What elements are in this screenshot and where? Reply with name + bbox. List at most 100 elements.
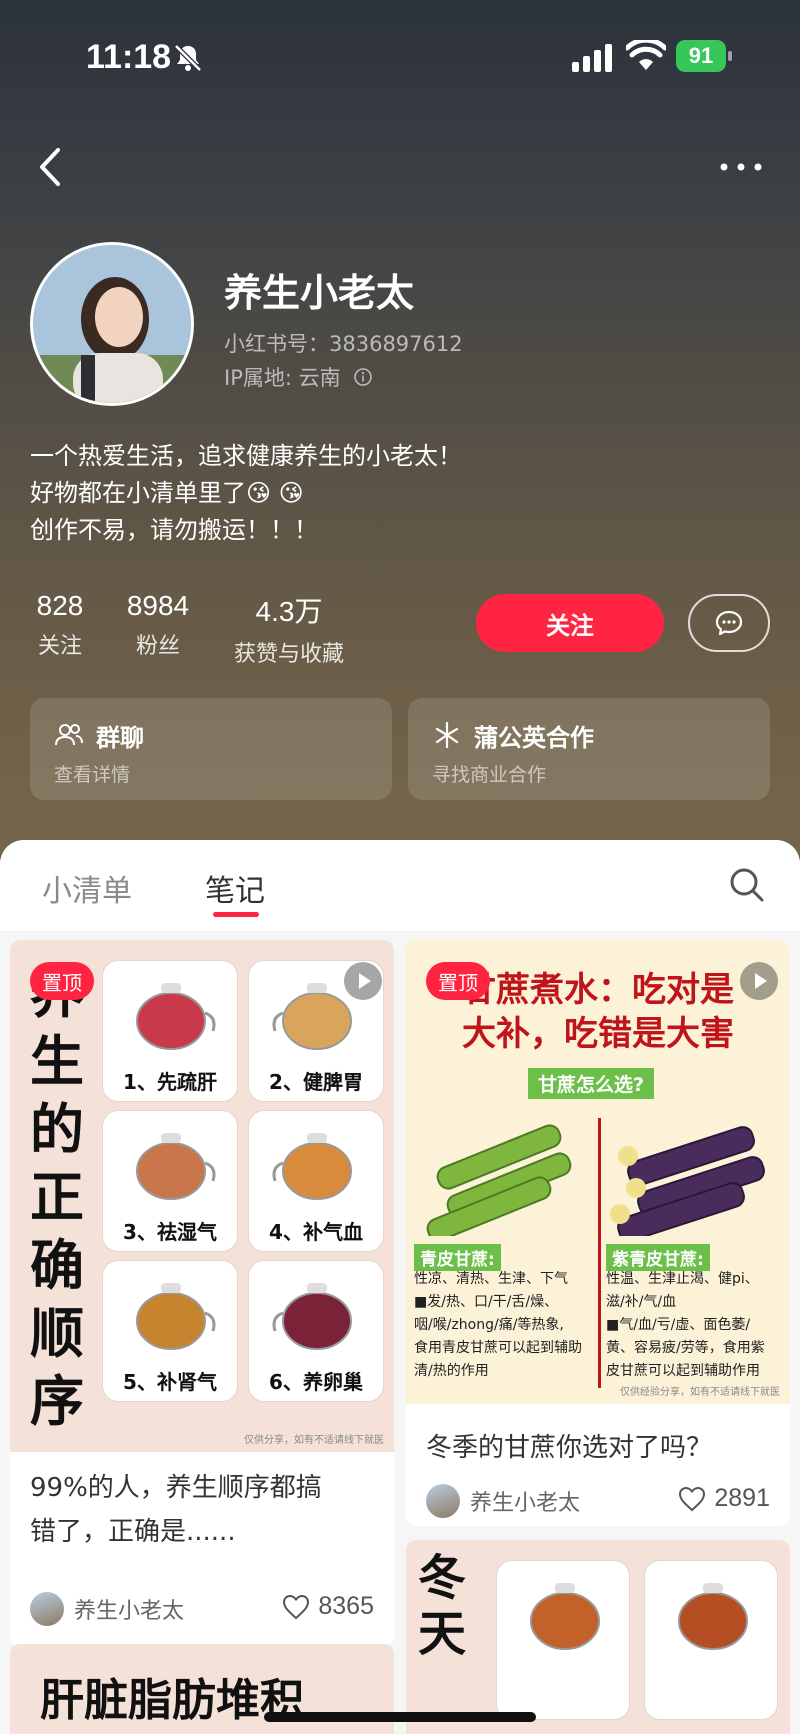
battery-indicator: 91 <box>676 40 732 72</box>
cover-char: 天 <box>418 1606 467 1662</box>
cover-divider <box>598 1118 601 1388</box>
note-title-line: 冬季的甘蔗你选对了吗？ <box>426 1433 713 1463</box>
note-card[interactable]: 甘蔗煮水：吃对是 大补，吃错是大害 甘蔗怎么选? 青皮甘蔗: 性凉、清热、生津、… <box>406 940 790 1526</box>
dandelion-icon <box>435 721 459 749</box>
more-options-icon[interactable] <box>716 150 766 184</box>
tea-item <box>644 1560 778 1720</box>
stat-followers[interactable]: 8984 粉丝 <box>118 590 198 660</box>
battery-level: 91 <box>676 40 726 72</box>
group-chat-subtitle: 查看详情 <box>54 764 131 786</box>
stat-likes[interactable]: 4.3万 获赞与收藏 <box>226 590 352 668</box>
cover-text-line: 性凉、清热、生津、下气 <box>414 1271 568 1287</box>
profile-red-id[interactable]: 小红书号：3836897612 <box>224 328 463 358</box>
cellular-signal-icon <box>572 44 612 72</box>
battery-tip <box>728 51 732 61</box>
stat-following[interactable]: 828 关注 <box>30 590 90 660</box>
cover-text-line: ■气/血/亏/虚、面色萎/ <box>606 1317 751 1333</box>
content-panel: 小清单 笔记 养 生 的 正 确 顺 序 1、先疏肝 <box>0 840 800 1734</box>
profile-bio: 一个热爱生活，追求健康养生的小老太！ 好物都在小清单里了😘 😘 创作不易，请勿搬… <box>30 438 462 549</box>
cover-char: 顺 <box>30 1302 84 1365</box>
group-chat-card[interactable]: 群聊 查看详情 <box>30 698 392 800</box>
tea-item: 6、养卵巢 <box>248 1260 384 1402</box>
teapot-icon <box>136 983 216 1050</box>
cover-footnote: 仅供经验分享，如有不适请线下就医 <box>620 1387 780 1398</box>
stat-followers-label: 粉丝 <box>135 634 180 659</box>
cover-char: 序 <box>30 1370 84 1433</box>
profile-avatar[interactable] <box>30 242 194 406</box>
note-author[interactable]: 养生小老太 <box>30 1592 184 1626</box>
info-icon[interactable] <box>353 367 373 387</box>
tea-item <box>496 1560 630 1720</box>
pinned-badge: 置顶 <box>30 962 94 1000</box>
note-card[interactable]: 冬 天 <box>406 1540 790 1734</box>
tea-label: 6、养卵巢 <box>269 1370 363 1394</box>
cover-text-line: 滋/补/气/血 <box>606 1294 677 1310</box>
cover-footnote: 仅供分享，如有不适请线下就医 <box>244 1435 384 1446</box>
cover-char: 正 <box>30 1166 84 1229</box>
purple-cane-heading: 紫青皮甘蔗: <box>606 1244 710 1271</box>
cover-char: 确 <box>30 1234 84 1297</box>
cover-text-line: 性温、生津止渴、健pi、 <box>606 1271 759 1287</box>
purple-sugarcane-image <box>610 1126 765 1236</box>
bio-line: 创作不易，请勿搬运！！！ <box>30 516 318 544</box>
active-tab-indicator <box>213 912 259 917</box>
video-play-icon <box>740 962 778 1000</box>
group-chat-title: 群聊 <box>96 724 144 752</box>
note-author[interactable]: 养生小老太 <box>426 1484 580 1518</box>
teapot-icon <box>136 1133 216 1200</box>
green-sugarcane-image <box>426 1124 572 1236</box>
author-avatar <box>426 1484 460 1518</box>
teapot-icon <box>678 1583 748 1650</box>
teapot-icon <box>530 1583 600 1650</box>
pinned-badge: 置顶 <box>426 962 490 1000</box>
stat-following-count: 828 <box>36 590 84 621</box>
tea-label: 1、先疏肝 <box>123 1070 217 1094</box>
green-cane-text: 性凉、清热、生津、下气 ■发/热、口/干/舌/燥、 咽/喉/zhong/痛/等热… <box>414 1268 596 1383</box>
profile-name: 养生小老太 <box>224 271 415 315</box>
avatar-image <box>33 245 191 403</box>
teapot-icon <box>272 1283 352 1350</box>
heart-icon <box>283 1594 310 1619</box>
note-like-button[interactable]: 8365 <box>282 1592 374 1621</box>
bell-slash-icon <box>174 44 202 72</box>
note-title-line: 错了，正确是...... <box>30 1517 236 1547</box>
profile-tabs: 小清单 笔记 <box>0 840 800 932</box>
stat-likes-label: 获赞与收藏 <box>233 642 344 667</box>
tea-label: 5、补肾气 <box>123 1370 217 1394</box>
back-arrow-icon[interactable] <box>30 142 70 192</box>
cover-char: 的 <box>30 1098 84 1161</box>
ip-location-text: IP属地: 云南 <box>224 366 341 390</box>
cover-text-line: 黄、容易疲/劳等，食用紫 <box>606 1340 765 1356</box>
like-count: 8365 <box>318 1592 374 1620</box>
status-time: 11:18 <box>86 38 172 76</box>
purple-cane-text: 性温、生津止渴、健pi、 滋/补/气/血 ■气/血/亏/虚、面色萎/ 黄、容易疲… <box>606 1268 786 1383</box>
stat-followers-count: 8984 <box>126 590 190 621</box>
brand-cooperation-card[interactable]: 蒲公英合作 寻找商业合作 <box>408 698 770 800</box>
chat-bubble-icon <box>715 610 743 636</box>
tea-item: 3、祛湿气 <box>102 1110 238 1252</box>
green-cane-heading: 青皮甘蔗: <box>414 1244 501 1271</box>
author-avatar <box>30 1592 64 1626</box>
cover-title-line: 大补，吃错是大害 <box>462 1014 734 1054</box>
cover-subtitle: 甘蔗怎么选? <box>528 1068 655 1099</box>
cover-text-line: 咽/喉/zhong/痛/等热象, <box>414 1317 564 1333</box>
home-indicator[interactable] <box>264 1712 536 1722</box>
tea-label: 3、祛湿气 <box>123 1220 217 1244</box>
note-card[interactable]: 养 生 的 正 确 顺 序 1、先疏肝 2、健脾胃 3、祛湿气 <box>10 940 394 1646</box>
stat-following-label: 关注 <box>37 634 82 659</box>
tab-list[interactable]: 小清单 <box>42 866 132 910</box>
message-button[interactable] <box>688 594 770 652</box>
follow-button[interactable]: 关注 <box>476 594 664 652</box>
note-title-line: 99%的人，养生顺序都搞 <box>30 1473 322 1503</box>
note-title: 冬季的甘蔗你选对了吗？ <box>426 1426 712 1470</box>
tab-notes[interactable]: 笔记 <box>205 866 265 910</box>
search-icon[interactable] <box>728 866 766 904</box>
bio-line: 一个热爱生活，追求健康养生的小老太！ <box>30 442 462 470</box>
note-like-button[interactable]: 2891 <box>678 1484 770 1513</box>
status-bar: 11:18 91 <box>0 0 800 120</box>
note-title: 99%的人，养生顺序都搞 错了，正确是...... <box>30 1466 322 1554</box>
author-name: 养生小老太 <box>470 1491 581 1516</box>
cover-vertical-title: 冬 天 <box>418 1550 466 1662</box>
wifi-icon <box>626 40 666 70</box>
tea-item: 1、先疏肝 <box>102 960 238 1102</box>
